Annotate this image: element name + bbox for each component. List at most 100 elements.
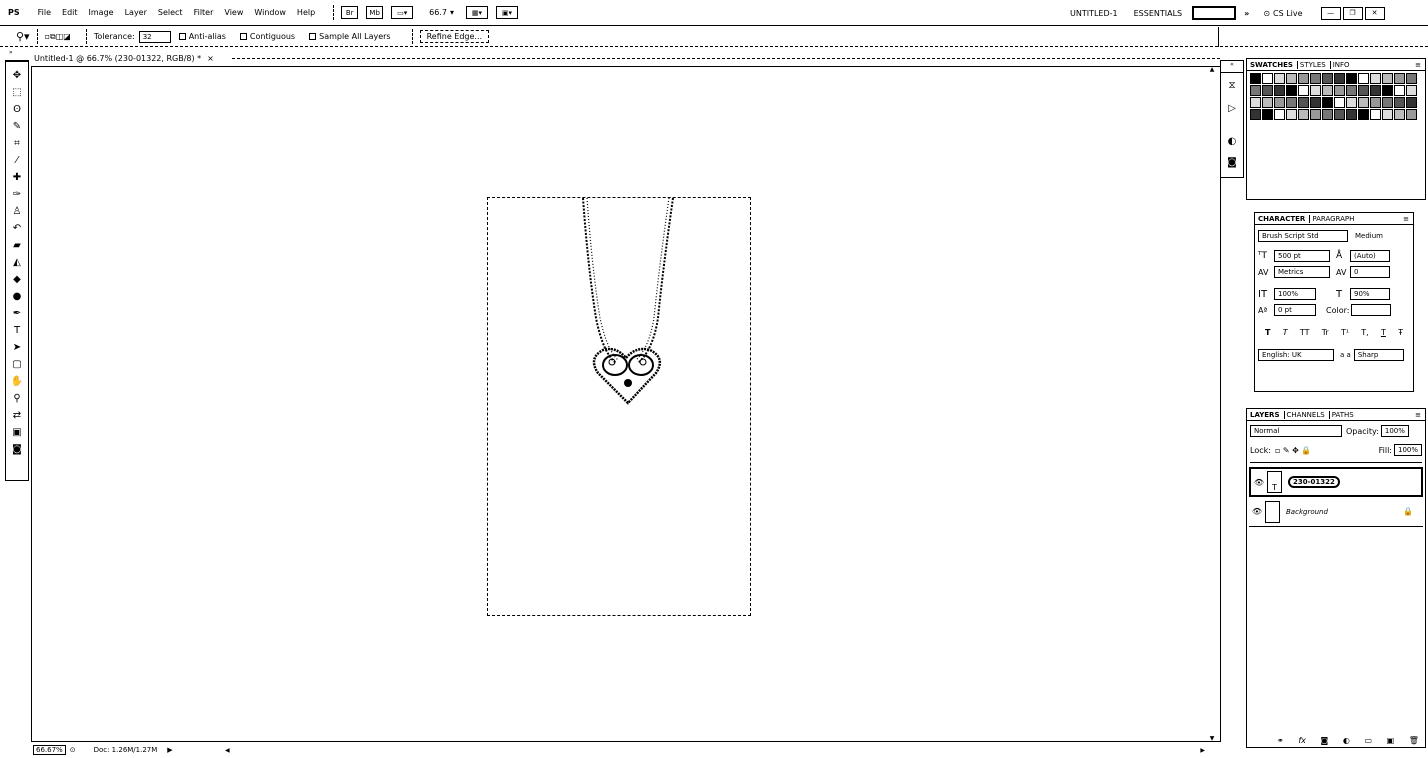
color-swatch[interactable]: [1250, 109, 1261, 120]
all-caps-button[interactable]: TT: [1300, 328, 1310, 337]
language-select[interactable]: English: UK: [1258, 349, 1334, 361]
crop-tool-icon[interactable]: ⌗: [7, 135, 27, 152]
healing-brush-tool-icon[interactable]: ✚: [7, 169, 27, 186]
view-extras-button[interactable]: ▭▾: [391, 6, 414, 19]
panel-menu-icon[interactable]: ≡: [1415, 61, 1421, 69]
color-swatch[interactable]: [1394, 85, 1405, 96]
faux-bold-button[interactable]: T: [1265, 328, 1270, 337]
brush-tool-icon[interactable]: ✑: [7, 186, 27, 203]
color-swatch[interactable]: [1250, 97, 1261, 108]
color-swatch[interactable]: [1334, 97, 1345, 108]
marquee-tool-icon[interactable]: ⬚: [7, 84, 27, 101]
fill-input[interactable]: 100%: [1394, 444, 1422, 456]
close-tab-icon[interactable]: ×: [207, 54, 214, 63]
history-panel-icon[interactable]: ⧖: [1222, 77, 1242, 94]
adjustments-panel-icon[interactable]: ◐: [1222, 133, 1242, 150]
color-swatch[interactable]: [1298, 97, 1309, 108]
adjustment-icon[interactable]: ◐: [1343, 736, 1350, 745]
menu-filter[interactable]: Filter: [194, 8, 214, 17]
font-size-input[interactable]: 500 pt: [1274, 250, 1330, 262]
tab-character[interactable]: CHARACTER: [1258, 215, 1305, 223]
refine-edge-button[interactable]: Refine Edge...: [419, 30, 490, 43]
bridge-button[interactable]: Br: [341, 6, 359, 19]
tolerance-input[interactable]: 32: [138, 30, 171, 43]
quick-mask-icon[interactable]: ◙: [7, 441, 27, 458]
color-swatch[interactable]: [1274, 73, 1285, 84]
color-swatch[interactable]: [1406, 73, 1417, 84]
lasso-tool-icon[interactable]: ʘ: [7, 101, 27, 118]
opacity-input[interactable]: 100%: [1380, 425, 1409, 437]
zoom-level[interactable]: 66.7: [429, 8, 447, 17]
color-swatch[interactable]: [1322, 73, 1333, 84]
path-selection-tool-icon[interactable]: ➤: [7, 339, 27, 356]
kerning-select[interactable]: Metrics: [1274, 266, 1330, 278]
dodge-tool-icon[interactable]: ●: [7, 288, 27, 305]
font-style-select[interactable]: Medium: [1352, 230, 1410, 242]
workspace-switcher[interactable]: [1192, 6, 1237, 20]
gradient-tool-icon[interactable]: ◭: [7, 254, 27, 271]
move-tool-icon[interactable]: ✥: [7, 67, 27, 84]
mask-icon[interactable]: ◙: [1320, 736, 1328, 745]
color-swatch[interactable]: [1250, 73, 1261, 84]
document-canvas[interactable]: [487, 197, 751, 616]
menu-image[interactable]: Image: [89, 8, 114, 17]
lock-icons[interactable]: ▫ ✎ ✥ 🔒: [1275, 446, 1311, 455]
shape-tool-icon[interactable]: ▢: [7, 356, 27, 373]
color-swatch[interactable]: [1274, 109, 1285, 120]
layer-name[interactable]: 230-01322: [1288, 476, 1340, 488]
eyedropper-tool-icon[interactable]: ⁄: [7, 152, 27, 169]
menu-select[interactable]: Select: [158, 8, 183, 17]
color-swatch[interactable]: [1346, 73, 1357, 84]
color-swatch[interactable]: [1298, 73, 1309, 84]
chevron-down-icon[interactable]: ▾: [450, 8, 454, 17]
restore-button[interactable]: ❐: [1342, 6, 1363, 20]
color-swatch[interactable]: [1322, 109, 1333, 120]
subscript-button[interactable]: T,: [1361, 328, 1368, 337]
scroll-right-icon[interactable]: ▶: [1200, 747, 1205, 754]
color-swatch[interactable]: [1250, 85, 1261, 96]
color-swatch[interactable]: [1334, 109, 1345, 120]
small-caps-button[interactable]: Tr: [1322, 328, 1329, 337]
link-icon[interactable]: ⚭: [1277, 736, 1284, 745]
color-swatch[interactable]: [1358, 97, 1369, 108]
color-swatch[interactable]: [1406, 97, 1417, 108]
fx-icon[interactable]: fx: [1298, 736, 1306, 745]
tracking-input[interactable]: 0: [1350, 266, 1390, 278]
eraser-tool-icon[interactable]: ▰: [7, 237, 27, 254]
color-swatch[interactable]: [1394, 109, 1405, 120]
color-swatch[interactable]: [1370, 85, 1381, 96]
type-tool-icon[interactable]: T: [7, 322, 27, 339]
color-swatch[interactable]: [1346, 85, 1357, 96]
minimize-button[interactable]: —: [1320, 6, 1341, 20]
visibility-eye-icon[interactable]: 👁: [1251, 478, 1267, 487]
color-swatch[interactable]: [1310, 73, 1321, 84]
color-swatch[interactable]: [1382, 109, 1393, 120]
menu-view[interactable]: View: [224, 8, 243, 17]
sample-all-layers-checkbox[interactable]: [309, 33, 317, 40]
color-swatch[interactable]: [1262, 73, 1273, 84]
layer-row-background[interactable]: 👁 Background 🔒: [1249, 497, 1423, 527]
trash-icon[interactable]: 🗑: [1409, 736, 1419, 745]
actions-panel-icon[interactable]: ▷: [1222, 100, 1242, 117]
antialias-checkbox[interactable]: [178, 33, 186, 40]
font-family-select[interactable]: Brush Script Std: [1258, 230, 1348, 242]
color-swatch[interactable]: [1310, 85, 1321, 96]
close-button[interactable]: ✕: [1364, 6, 1385, 20]
color-swatch[interactable]: [1346, 97, 1357, 108]
tab-layers[interactable]: LAYERS: [1250, 411, 1280, 419]
contiguous-checkbox[interactable]: [239, 33, 247, 40]
panel-menu-icon[interactable]: ≡: [1415, 411, 1421, 419]
status-info-icon[interactable]: ⊙: [70, 746, 76, 754]
color-swatch[interactable]: [1274, 85, 1285, 96]
history-brush-tool-icon[interactable]: ↶: [7, 220, 27, 237]
menu-layer[interactable]: Layer: [125, 8, 147, 17]
layer-name[interactable]: Background: [1286, 508, 1328, 516]
quick-selection-tool-icon[interactable]: ✎: [7, 118, 27, 135]
horizontal-scrollbar[interactable]: ◀ ▶: [225, 744, 1205, 756]
color-swatch[interactable]: [1358, 109, 1369, 120]
color-swatch[interactable]: [1298, 85, 1309, 96]
scroll-down-icon[interactable]: ▼: [1205, 735, 1219, 742]
menu-help[interactable]: Help: [297, 8, 315, 17]
zoom-tool-icon[interactable]: ⚲: [7, 390, 27, 407]
color-swatch[interactable]: [1351, 304, 1392, 316]
